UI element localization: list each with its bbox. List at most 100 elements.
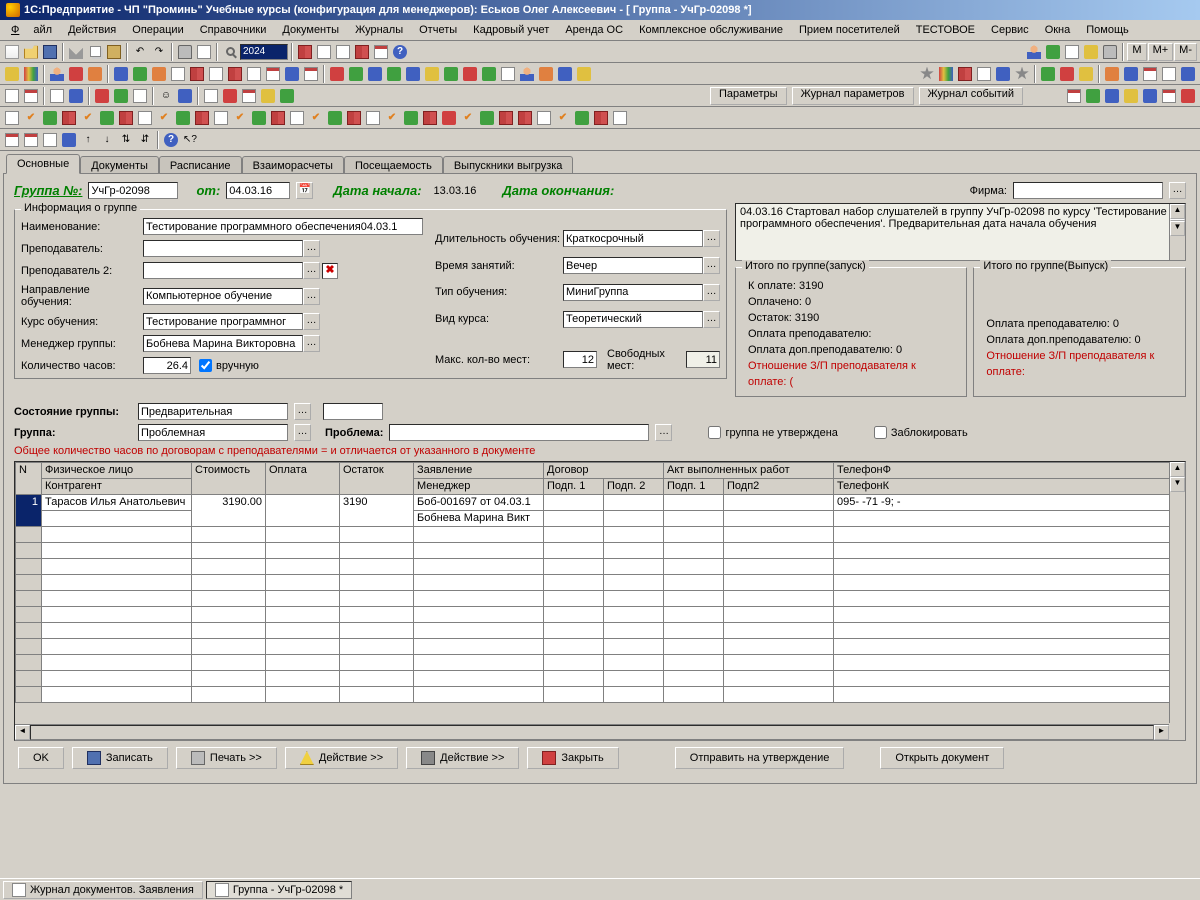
- tb4-check-icon[interactable]: ✔: [307, 109, 325, 127]
- tb2-icon[interactable]: [1160, 65, 1178, 83]
- tb3-smile-icon[interactable]: ☺: [157, 87, 175, 105]
- tb2-icon[interactable]: [423, 65, 441, 83]
- tb4-icon[interactable]: [250, 109, 268, 127]
- tb4-icon[interactable]: [326, 109, 344, 127]
- tb3-icon[interactable]: [1160, 87, 1178, 105]
- memory-mminus[interactable]: M-: [1174, 43, 1197, 61]
- tb5-icon[interactable]: [22, 131, 40, 149]
- manager-pick-button[interactable]: …: [303, 335, 320, 352]
- name-input[interactable]: [143, 218, 423, 235]
- menu-dicts[interactable]: Справочники: [193, 22, 274, 38]
- tb2-icon[interactable]: [937, 65, 955, 83]
- tb2-icon[interactable]: [86, 65, 104, 83]
- tb-book-icon[interactable]: [296, 43, 314, 61]
- menu-test[interactable]: ТЕСТОВОЕ: [909, 22, 982, 38]
- tb2-icon[interactable]: [1058, 65, 1076, 83]
- col-app[interactable]: Заявление: [414, 463, 544, 479]
- cell-rest[interactable]: 3190: [340, 495, 414, 527]
- tb4-icon[interactable]: [497, 109, 515, 127]
- tb5-up-icon[interactable]: ↑: [79, 131, 97, 149]
- tb2-icon[interactable]: [575, 65, 593, 83]
- tb2-icon[interactable]: [283, 65, 301, 83]
- tab-main[interactable]: Основные: [6, 154, 80, 174]
- action1-button[interactable]: Действие >>: [285, 747, 398, 769]
- tb3-icon[interactable]: [259, 87, 277, 105]
- menu-windows[interactable]: Окна: [1038, 22, 1078, 38]
- direction-input[interactable]: [143, 288, 303, 305]
- state-extra-input[interactable]: [323, 403, 383, 420]
- tb2-icon[interactable]: [1141, 65, 1159, 83]
- tb3-icon[interactable]: [1122, 87, 1140, 105]
- tb2-icon[interactable]: [150, 65, 168, 83]
- table-row[interactable]: Бобнева Марина Викт: [16, 511, 1185, 527]
- tb3-icon[interactable]: [1141, 87, 1159, 105]
- tb5-sort2-icon[interactable]: ⇵: [136, 131, 154, 149]
- tb4-icon[interactable]: [136, 109, 154, 127]
- action2-button[interactable]: Действие >>: [406, 747, 519, 769]
- tb3-icon[interactable]: [1103, 87, 1121, 105]
- save-button[interactable]: Записать: [72, 747, 168, 769]
- menu-service[interactable]: Комплексное обслуживание: [632, 22, 790, 38]
- tb2-icon[interactable]: [994, 65, 1012, 83]
- cell-mgr[interactable]: Бобнева Марина Викт: [414, 511, 544, 527]
- menu-operations[interactable]: Операции: [125, 22, 190, 38]
- memory-m[interactable]: M: [1127, 43, 1146, 61]
- students-grid[interactable]: N Физическое лицо Стоимость Оплата Остат…: [14, 461, 1186, 741]
- menu-actions[interactable]: Действия: [61, 22, 123, 38]
- tb2-icon[interactable]: [442, 65, 460, 83]
- tb2-icon[interactable]: [22, 65, 40, 83]
- cell-paid[interactable]: [266, 495, 340, 527]
- tb4-icon[interactable]: [364, 109, 382, 127]
- tb2-icon[interactable]: [1013, 65, 1031, 83]
- tb-paste-icon[interactable]: [105, 43, 123, 61]
- problem-input[interactable]: [389, 424, 649, 441]
- cell-person[interactable]: Тарасов Илья Анатольевич: [42, 495, 192, 511]
- tb4-icon[interactable]: [440, 109, 458, 127]
- tb4-check-icon[interactable]: ✔: [383, 109, 401, 127]
- tb-find-icon[interactable]: [221, 43, 239, 61]
- tb5-pointer-icon[interactable]: ↖?: [181, 131, 199, 149]
- state-pick-button[interactable]: …: [294, 403, 311, 420]
- tb2-icon[interactable]: [956, 65, 974, 83]
- print-button[interactable]: Печать >>: [176, 747, 277, 769]
- tb-preview-icon[interactable]: [195, 43, 213, 61]
- teacher-input[interactable]: [143, 240, 303, 257]
- tb-print2-icon[interactable]: [1101, 43, 1119, 61]
- tb4-icon[interactable]: [516, 109, 534, 127]
- tb2-icon[interactable]: [1179, 65, 1197, 83]
- ok-button[interactable]: OK: [18, 747, 64, 769]
- teacher-pick-button[interactable]: …: [303, 240, 320, 257]
- tb-print-icon[interactable]: [176, 43, 194, 61]
- kind-input[interactable]: [563, 311, 703, 328]
- tb4-icon[interactable]: [98, 109, 116, 127]
- tb5-icon[interactable]: [3, 131, 21, 149]
- firm-input[interactable]: [1013, 182, 1163, 199]
- from-input[interactable]: [226, 182, 290, 199]
- tb3-icon[interactable]: [67, 87, 85, 105]
- tb3-icon[interactable]: [278, 87, 296, 105]
- col-manager[interactable]: Менеджер: [414, 479, 544, 495]
- menu-journals[interactable]: Журналы: [348, 22, 410, 38]
- tb2-icon[interactable]: [1077, 65, 1095, 83]
- menu-visitors[interactable]: Прием посетителей: [792, 22, 907, 38]
- events-journal-button[interactable]: Журнал событий: [919, 87, 1023, 105]
- group-status-input[interactable]: [138, 424, 288, 441]
- tb2-icon[interactable]: [918, 65, 936, 83]
- group-status-pick-button[interactable]: …: [294, 424, 311, 441]
- col-phonef[interactable]: ТелефонФ: [834, 463, 1185, 479]
- tb2-icon[interactable]: [226, 65, 244, 83]
- tb3-icon[interactable]: [22, 87, 40, 105]
- log-scrollbar[interactable]: ▲▼: [1169, 204, 1185, 260]
- tb2-icon[interactable]: [518, 65, 536, 83]
- tb2-icon[interactable]: [1039, 65, 1057, 83]
- menu-tools[interactable]: Сервис: [984, 22, 1036, 38]
- tb2-icon[interactable]: [556, 65, 574, 83]
- tb2-icon[interactable]: [366, 65, 384, 83]
- tb2-icon[interactable]: [1122, 65, 1140, 83]
- tb3-icon[interactable]: [112, 87, 130, 105]
- duration-input[interactable]: [563, 230, 703, 247]
- menu-help[interactable]: Помощь: [1079, 22, 1136, 38]
- kind-pick-button[interactable]: …: [703, 311, 720, 328]
- teacher2-pick-button[interactable]: …: [303, 262, 320, 279]
- tb4-icon[interactable]: [535, 109, 553, 127]
